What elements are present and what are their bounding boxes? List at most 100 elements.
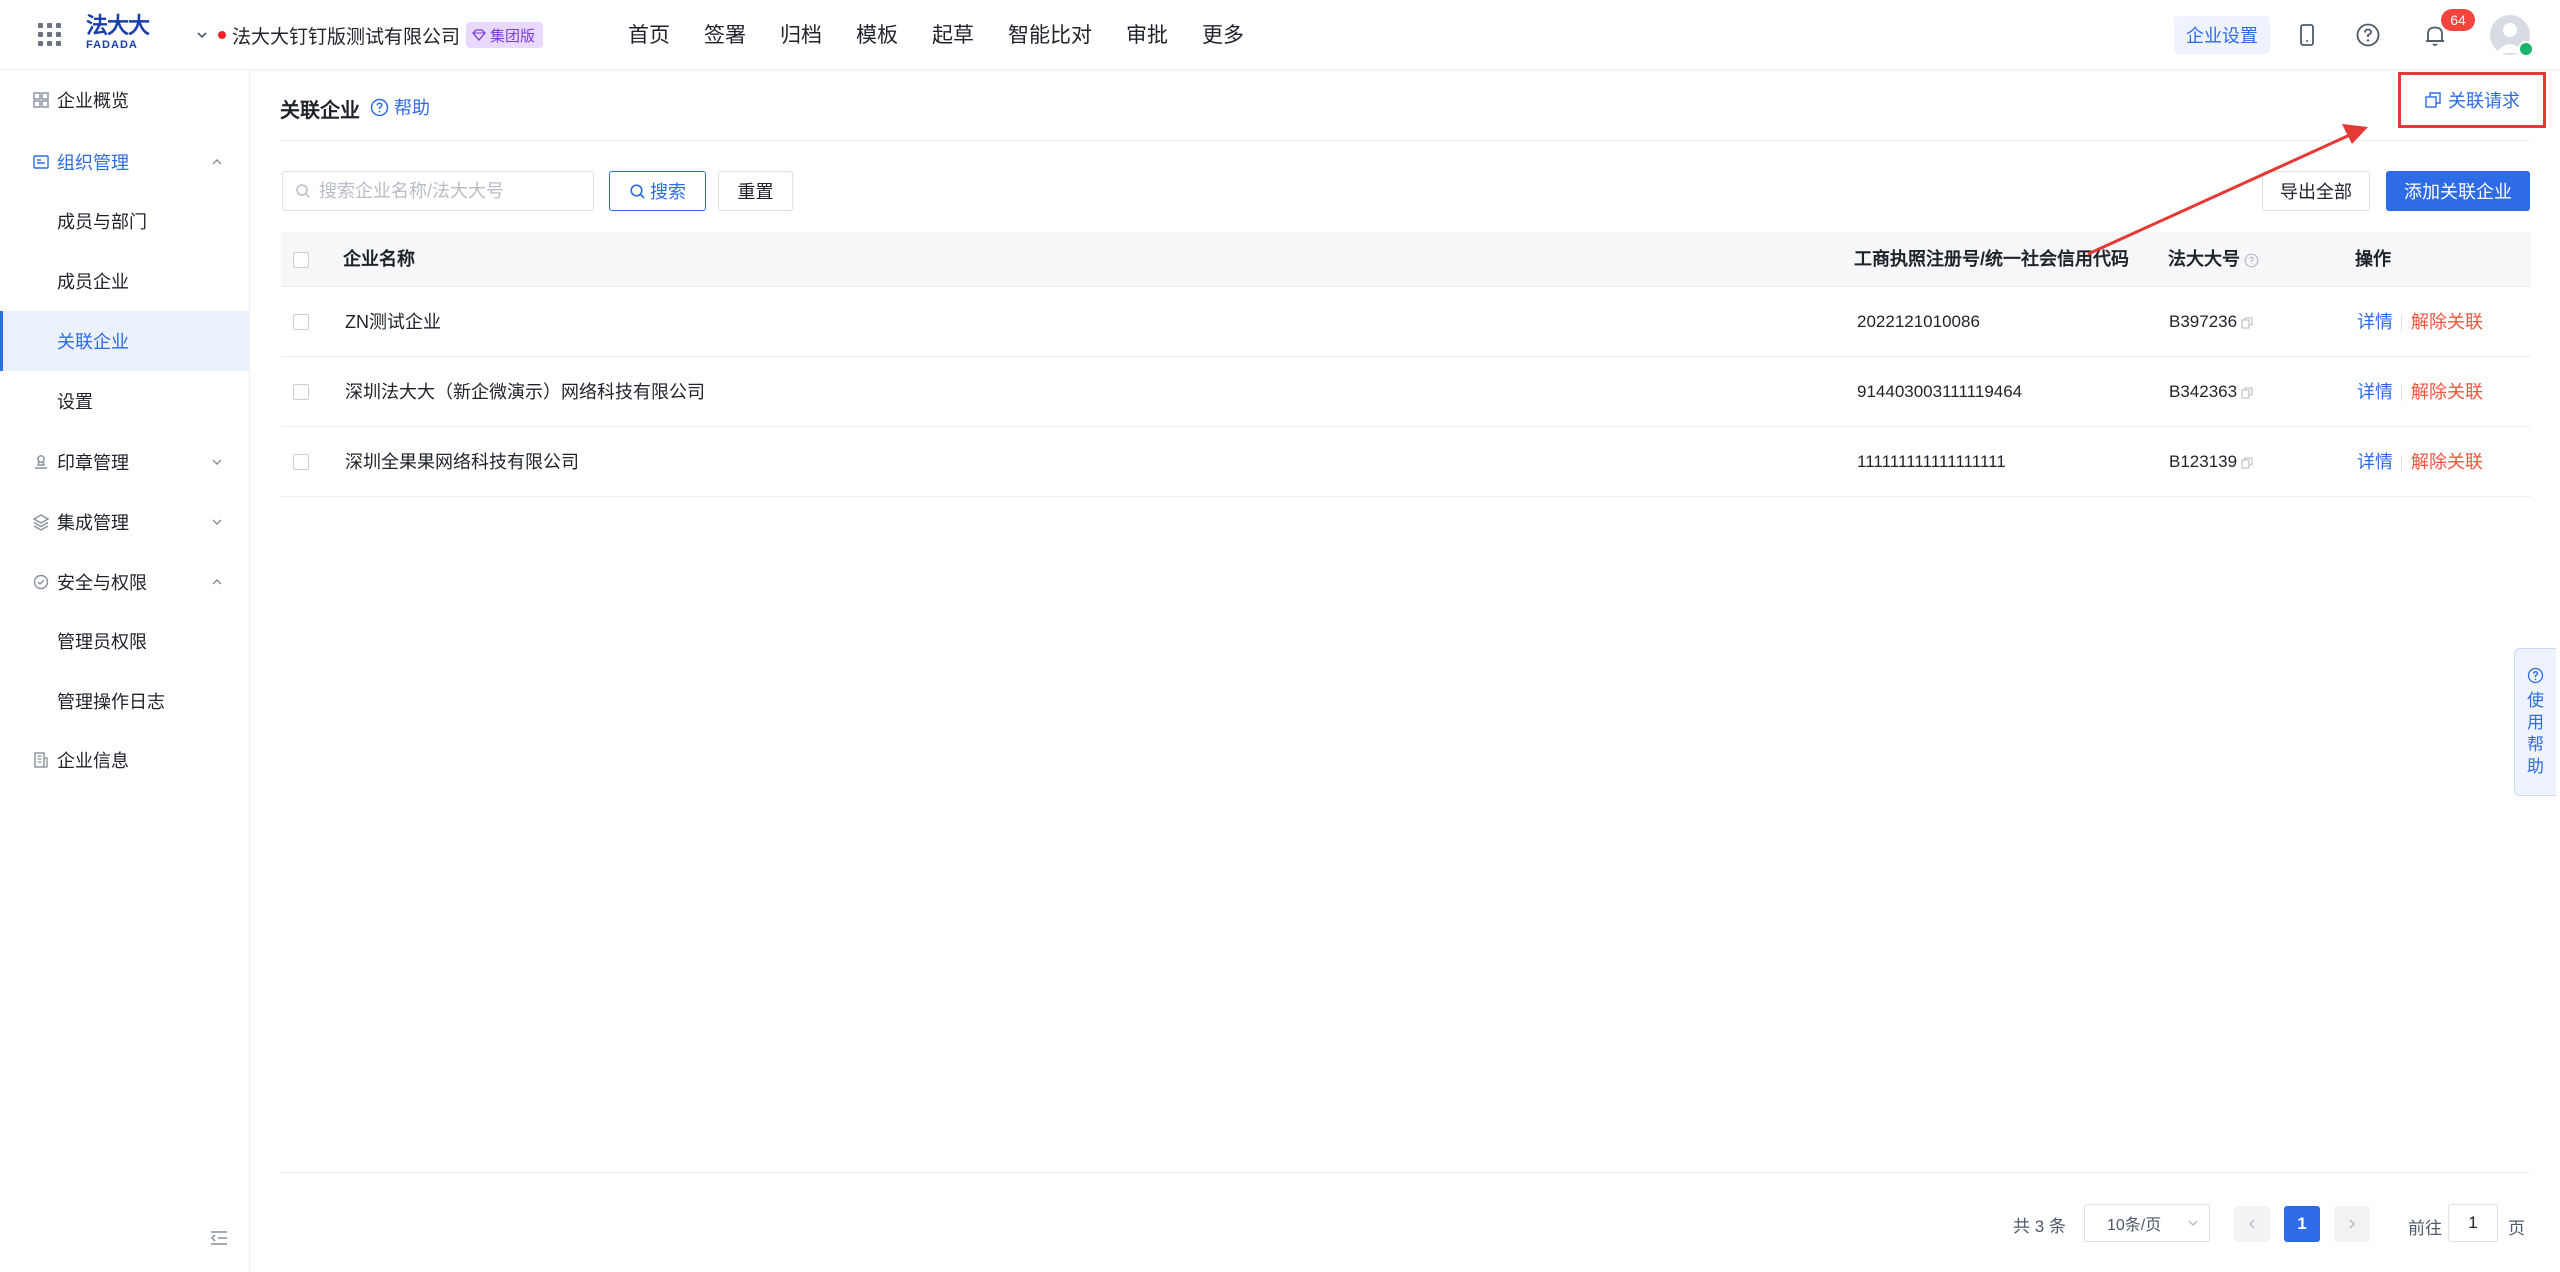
sidebar-item-admin-log[interactable]: 管理操作日志 bbox=[0, 671, 249, 731]
company-name: 法大大钉钉版测试有限公司 bbox=[232, 26, 461, 48]
chevron-down-icon bbox=[197, 32, 207, 39]
divider bbox=[2401, 315, 2402, 331]
nav-home[interactable]: 首页 bbox=[628, 20, 670, 52]
help-link[interactable]: 帮助 bbox=[370, 94, 430, 120]
org-icon bbox=[33, 155, 49, 169]
company-switcher[interactable]: 法大大钉钉版测试有限公司 集团版 bbox=[196, 22, 544, 48]
col-actions: 操作 bbox=[2355, 249, 2391, 269]
overview-icon bbox=[33, 92, 49, 108]
sidebar-item-security[interactable]: 安全与权限 bbox=[0, 552, 249, 612]
unlink-link[interactable]: 解除关联 bbox=[2411, 357, 2483, 427]
link-window-icon bbox=[2425, 92, 2441, 108]
mobile-icon[interactable] bbox=[2294, 22, 2320, 48]
row-checkbox[interactable] bbox=[293, 314, 309, 330]
copy-icon[interactable] bbox=[2241, 456, 2253, 469]
col-fdd-id: 法大大号 bbox=[2168, 232, 2259, 287]
nav-template[interactable]: 模板 bbox=[856, 20, 898, 52]
search-field[interactable] bbox=[282, 171, 594, 211]
collapse-sidebar-icon[interactable] bbox=[210, 1230, 228, 1246]
row-checkbox[interactable] bbox=[293, 454, 309, 470]
associated-companies-table: 企业名称 工商执照注册号/统一社会信用代码 法大大号 操作 ZN测试企业 202… bbox=[281, 232, 2531, 497]
fdd-id-cell: B123139 bbox=[2169, 427, 2253, 497]
divider bbox=[2401, 455, 2402, 471]
enterprise-settings-button[interactable]: 企业设置 bbox=[2174, 16, 2270, 54]
goto-page-input[interactable]: 1 bbox=[2448, 1204, 2498, 1242]
sidebar-item-company-info[interactable]: 企业信息 bbox=[0, 730, 249, 790]
next-page-button[interactable] bbox=[2334, 1206, 2370, 1242]
fdd-id-cell: B342363 bbox=[2169, 357, 2253, 427]
fadada-logo[interactable]: 法大大 FADADA bbox=[86, 16, 156, 56]
question-circle-icon[interactable] bbox=[2244, 253, 2259, 268]
diamond-icon bbox=[472, 29, 486, 41]
sidebar-item-admin-permissions[interactable]: 管理员权限 bbox=[0, 611, 249, 671]
add-associated-company-button[interactable]: 添加关联企业 bbox=[2386, 171, 2530, 211]
top-header: 法大大 FADADA 法大大钉钉版测试有限公司 集团版 首页 签署 归档 模板 … bbox=[0, 0, 2560, 70]
sidebar-item-members-depts[interactable]: 成员与部门 bbox=[0, 191, 249, 251]
sidebar-item-settings[interactable]: 设置 bbox=[0, 371, 249, 431]
nav-more[interactable]: 更多 bbox=[1202, 20, 1244, 52]
unlink-link[interactable]: 解除关联 bbox=[2411, 287, 2483, 357]
page-number[interactable]: 1 bbox=[2284, 1206, 2320, 1242]
row-checkbox[interactable] bbox=[293, 384, 309, 400]
chevron-right-icon bbox=[2349, 1219, 2356, 1229]
page-size-select[interactable]: 10条/页 bbox=[2084, 1204, 2210, 1242]
association-request-button[interactable]: 关联请求 bbox=[2398, 72, 2546, 128]
divider bbox=[280, 1172, 2530, 1173]
company-name-cell: ZN测试企业 bbox=[345, 312, 441, 332]
layers-icon bbox=[32, 514, 50, 531]
detail-link[interactable]: 详情 bbox=[2357, 287, 2393, 357]
copy-icon[interactable] bbox=[2241, 386, 2253, 399]
nav-approval[interactable]: 审批 bbox=[1126, 20, 1168, 52]
question-circle-icon bbox=[2527, 667, 2544, 684]
chevron-up-icon bbox=[212, 579, 222, 585]
table-header: 企业名称 工商执照注册号/统一社会信用代码 法大大号 操作 bbox=[281, 232, 2531, 287]
chevron-up-icon bbox=[212, 159, 222, 165]
export-all-button[interactable]: 导出全部 bbox=[2262, 171, 2370, 211]
table-row: 深圳全果果网络科技有限公司 111111111111111111 B123139… bbox=[281, 427, 2531, 497]
detail-link[interactable]: 详情 bbox=[2357, 427, 2393, 497]
sidebar-item-overview[interactable]: 企业概览 bbox=[0, 70, 249, 130]
search-input[interactable] bbox=[319, 180, 589, 202]
divider bbox=[2401, 385, 2402, 401]
nav-compare[interactable]: 智能比对 bbox=[1008, 20, 1092, 52]
company-info-icon bbox=[34, 752, 48, 768]
security-icon bbox=[33, 574, 49, 590]
unlink-link[interactable]: 解除关联 bbox=[2411, 427, 2483, 497]
copy-icon[interactable] bbox=[2241, 316, 2253, 329]
total-count: 共 3 条 bbox=[2013, 1217, 2066, 1236]
company-name-cell: 深圳法大大（新企微演示）网络科技有限公司 bbox=[345, 382, 705, 402]
search-icon bbox=[630, 183, 645, 199]
col-credit-code: 工商执照注册号/统一社会信用代码 bbox=[1854, 249, 2129, 269]
table-row: 深圳法大大（新企微演示）网络科技有限公司 914403003111119464 … bbox=[281, 357, 2531, 427]
search-button[interactable]: 搜索 bbox=[609, 171, 706, 211]
credit-code-cell: 2022121010086 bbox=[1857, 312, 1980, 331]
status-dot bbox=[218, 31, 226, 39]
chevron-down-icon bbox=[2188, 1220, 2198, 1226]
sidebar-item-seal[interactable]: 印章管理 bbox=[0, 432, 249, 492]
help-icon[interactable] bbox=[2355, 22, 2381, 48]
nav-archive[interactable]: 归档 bbox=[780, 20, 822, 52]
select-all-checkbox[interactable] bbox=[293, 252, 309, 268]
seal-icon bbox=[35, 455, 47, 469]
prev-page-button[interactable] bbox=[2234, 1206, 2270, 1242]
sidebar-item-integration[interactable]: 集成管理 bbox=[0, 492, 249, 552]
apps-grid-icon[interactable] bbox=[38, 23, 62, 47]
reset-button[interactable]: 重置 bbox=[718, 171, 793, 211]
chevron-down-icon bbox=[212, 459, 222, 465]
goto-suffix: 页 bbox=[2508, 1219, 2525, 1238]
search-icon bbox=[296, 184, 311, 199]
detail-link[interactable]: 详情 bbox=[2357, 357, 2393, 427]
question-circle-icon bbox=[370, 98, 389, 116]
sidebar-item-org[interactable]: 组织管理 bbox=[0, 132, 249, 192]
sidebar-item-member-companies[interactable]: 成员企业 bbox=[0, 251, 249, 311]
edition-badge: 集团版 bbox=[466, 22, 544, 48]
verified-badge bbox=[2518, 41, 2534, 57]
chevron-down-icon bbox=[212, 519, 222, 525]
floating-help-button[interactable]: 使用帮助 bbox=[2514, 648, 2556, 796]
col-company-name: 企业名称 bbox=[343, 249, 415, 269]
sidebar-item-associated-companies[interactable]: 关联企业 bbox=[0, 311, 249, 371]
divider bbox=[280, 140, 2530, 141]
nav-draft[interactable]: 起草 bbox=[932, 20, 974, 52]
company-name-cell: 深圳全果果网络科技有限公司 bbox=[345, 452, 579, 472]
nav-sign[interactable]: 签署 bbox=[704, 20, 746, 52]
